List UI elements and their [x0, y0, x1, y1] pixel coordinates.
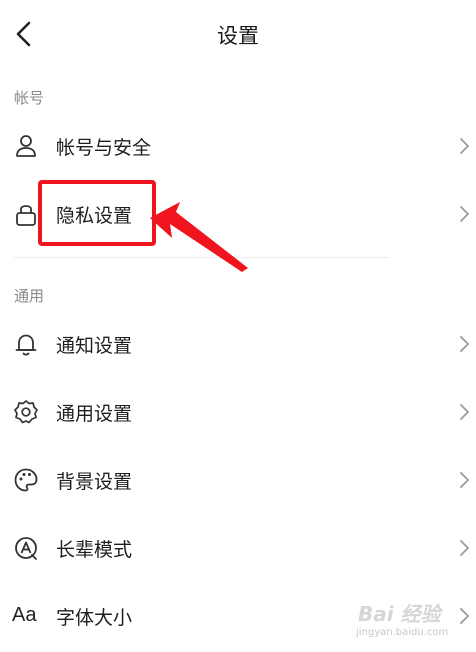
section-title-account: 帐号	[14, 89, 45, 107]
settings-item-account-security[interactable]: 帐号与安全	[0, 116, 476, 176]
settings-item-label: 通知设置	[56, 335, 133, 357]
settings-item-label: 长辈模式	[56, 539, 133, 561]
top-nav-bar: 设置	[0, 0, 476, 68]
gear-icon	[14, 400, 38, 424]
chevron-right-icon	[460, 540, 470, 556]
lock-icon	[16, 205, 36, 226]
settings-item-label: 背景设置	[56, 471, 133, 493]
user-icon	[16, 135, 36, 157]
elder-mode-icon	[15, 537, 37, 560]
settings-item-background[interactable]: 背景设置	[0, 450, 476, 510]
settings-item-elder-mode[interactable]: 长辈模式	[0, 518, 476, 578]
page-title: 设置	[217, 24, 259, 48]
chevron-right-icon	[460, 404, 470, 420]
bell-icon	[15, 334, 37, 356]
chevron-right-icon	[460, 336, 470, 352]
watermark: Bai 经验 jingyan.baidu.com	[352, 594, 468, 648]
chevron-right-icon	[460, 138, 470, 154]
section-title-general: 通用	[14, 287, 45, 305]
settings-item-label: 帐号与安全	[56, 137, 152, 159]
chevron-right-icon	[460, 206, 470, 222]
watermark-brand: Bai 经验	[358, 602, 441, 626]
section-divider	[14, 257, 390, 258]
settings-item-label: 字体大小	[56, 607, 133, 629]
settings-item-label: 通用设置	[56, 403, 133, 425]
watermark-url: jingyan.baidu.com	[356, 627, 449, 638]
palette-icon	[14, 468, 38, 492]
chevron-right-icon	[460, 472, 470, 488]
settings-item-notifications[interactable]: 通知设置	[0, 314, 476, 374]
settings-item-general[interactable]: 通用设置	[0, 382, 476, 442]
highlight-box	[38, 180, 156, 246]
font-size-icon: Aa	[12, 604, 37, 626]
